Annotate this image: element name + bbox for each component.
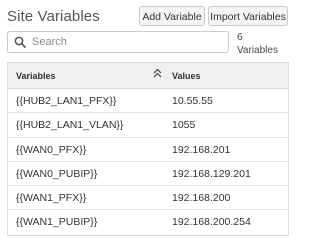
variable-name: {{HUB2_LAN1_VLAN}}: [16, 119, 124, 132]
variable-value: 192.168.200: [172, 192, 231, 205]
import-variables-button[interactable]: Import Variables: [208, 6, 288, 26]
column-header-variables[interactable]: Variables: [16, 71, 56, 81]
variable-name: {{WAN1_PUBIP}}: [16, 216, 98, 229]
variable-name: {{HUB2_LAN1_PFX}}: [16, 95, 117, 107]
variable-value: 1055: [172, 119, 196, 132]
add-variable-button[interactable]: Add Variable: [139, 6, 205, 26]
variable-value: 192.168.129.201: [172, 167, 251, 180]
sort-ascending-icon[interactable]: [153, 68, 162, 78]
variable-name: {{WAN1_PFX}}: [16, 192, 87, 205]
search-input[interactable]: [32, 34, 222, 50]
variable-value: 10.55.55: [172, 95, 213, 107]
search-icon: [14, 36, 26, 48]
variable-count: 6 Variables: [237, 31, 287, 57]
page-title: Site Variables: [7, 8, 100, 25]
table-header: Variables Values: [8, 63, 288, 89]
variables-table: Variables Values {{HUB2_LAN1_PFX}} 10.55…: [7, 62, 289, 236]
table-row[interactable]: {{WAN1_PFX}} 192.168.200: [8, 186, 288, 211]
variable-count-number: 6: [237, 32, 243, 43]
variable-count-label: Variables: [237, 45, 278, 56]
table-row[interactable]: {{HUB2_LAN1_PFX}} 10.55.55: [8, 89, 288, 114]
table-row[interactable]: {{HUB2_LAN1_VLAN}} 1055: [8, 113, 288, 138]
variable-value: 192.168.200.254: [172, 216, 251, 229]
page-header: Site Variables Add Variable Import Varia…: [7, 6, 289, 28]
table-row[interactable]: {{WAN0_PFX}} 192.168.201: [8, 138, 288, 162]
variable-name: {{WAN0_PFX}}: [16, 143, 87, 156]
column-header-values[interactable]: Values: [172, 71, 201, 81]
variable-name: {{WAN0_PUBIP}}: [16, 167, 98, 180]
table-row[interactable]: {{WAN0_PUBIP}} 192.168.129.201: [8, 162, 288, 187]
variable-value: 192.168.201: [172, 143, 231, 156]
search-box[interactable]: [7, 31, 229, 53]
table-row[interactable]: {{WAN1_PUBIP}} 192.168.200.254: [8, 210, 288, 234]
